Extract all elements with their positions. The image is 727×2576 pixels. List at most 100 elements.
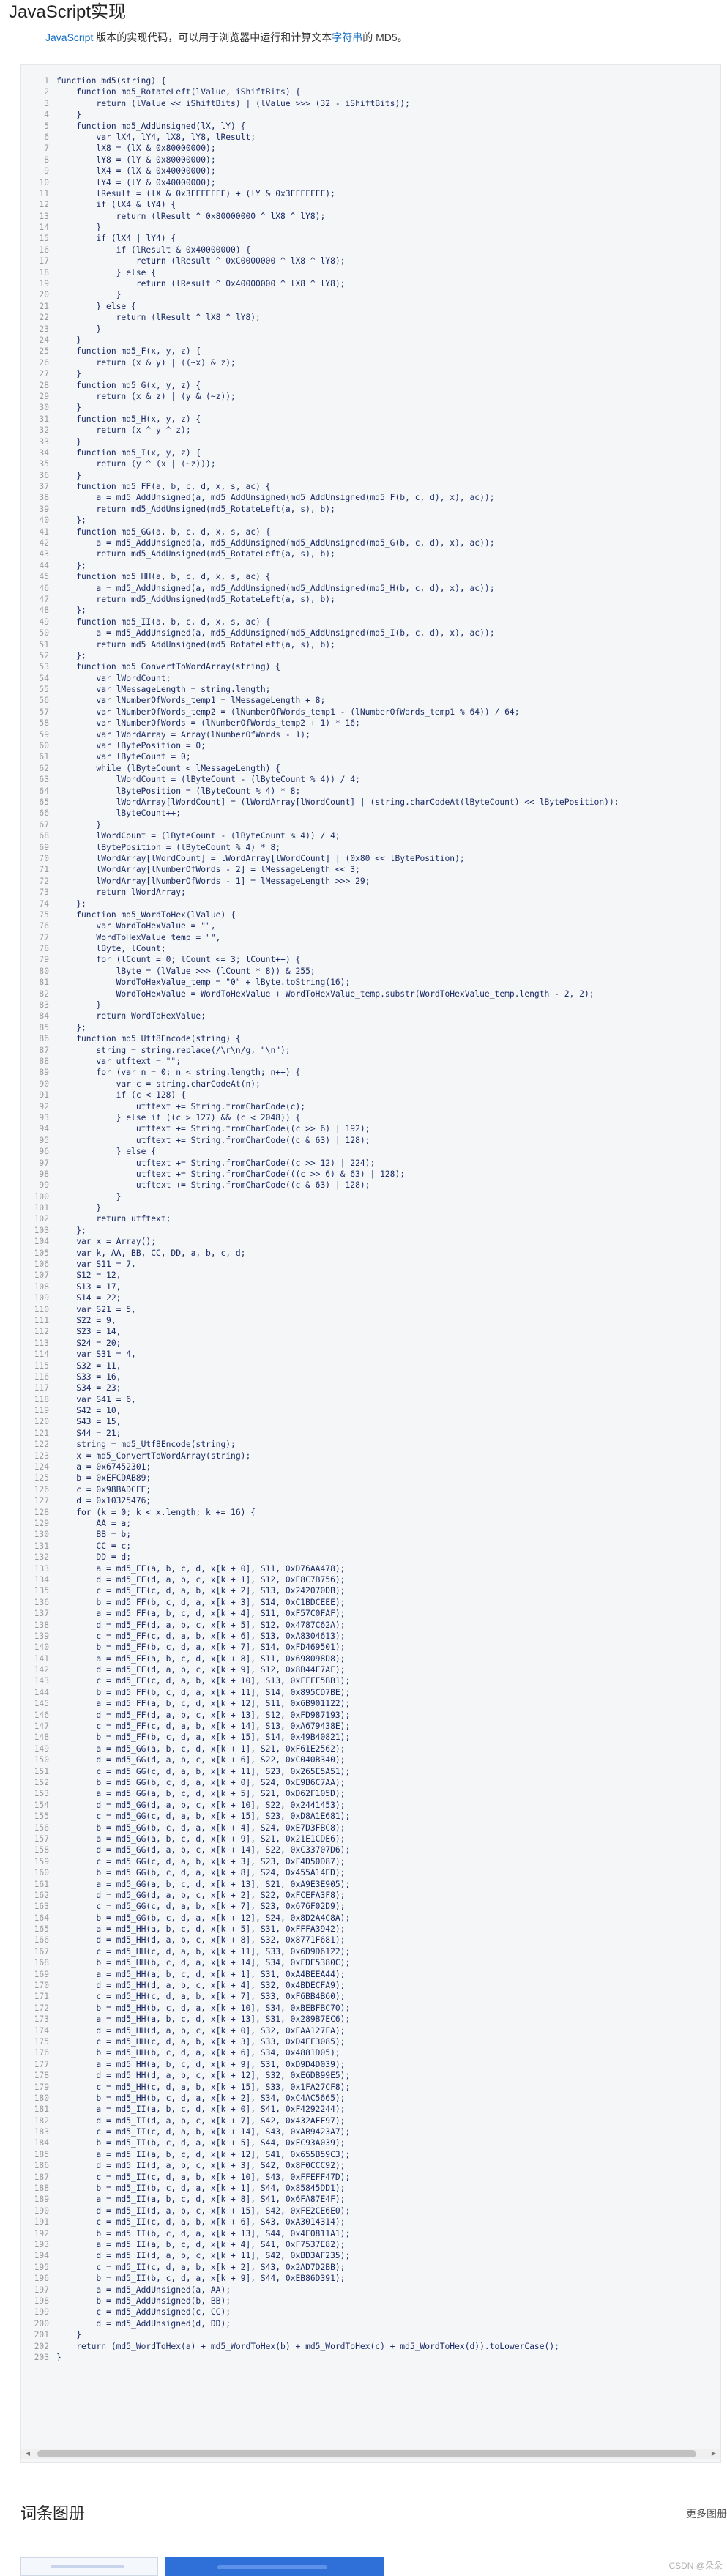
code-text: var lX4, lY4, lX8, lY8, lResult; bbox=[56, 132, 256, 142]
code-text: var lNumberOfWords_temp2 = (lNumberOfWor… bbox=[56, 707, 520, 717]
code-line: 44 }; bbox=[21, 560, 720, 571]
code-text: b = md5_GG(b, c, d, a, x[k + 12], S24, 0… bbox=[56, 1913, 351, 1923]
line-number: 157 bbox=[34, 1834, 49, 1844]
line-number: 21 bbox=[39, 301, 49, 311]
code-line: 10 lY4 = (lY & 0x40000000); bbox=[21, 177, 720, 188]
code-text: b = md5_FF(b, c, d, a, x[k + 15], S14, 0… bbox=[56, 1732, 351, 1743]
code-line: 179 c = md5_HH(c, d, a, b, x[k + 15], S3… bbox=[21, 2082, 720, 2093]
code-line: 203} bbox=[21, 2352, 720, 2363]
code-text: } bbox=[56, 2352, 61, 2362]
scroll-right-icon[interactable]: ▶ bbox=[709, 2449, 718, 2458]
line-number: 8 bbox=[44, 155, 49, 165]
line-number: 63 bbox=[39, 775, 49, 785]
code-text: } bbox=[56, 1191, 122, 1202]
line-number: 185 bbox=[34, 2149, 49, 2159]
code-text: var utftext = ""; bbox=[56, 1056, 182, 1066]
code-text: }; bbox=[56, 560, 86, 570]
code-line: 14 } bbox=[21, 222, 720, 233]
line-number: 134 bbox=[34, 1574, 49, 1585]
gallery-thumbnail[interactable] bbox=[20, 2557, 158, 2576]
code-line: 32 return (x ^ y ^ z); bbox=[21, 425, 720, 436]
code-line: 112 S23 = 14, bbox=[21, 1326, 720, 1337]
code-text: return (lResult ^ lX8 ^ lY8); bbox=[56, 313, 261, 323]
line-number: 54 bbox=[39, 673, 49, 683]
line-number: 155 bbox=[34, 1812, 49, 1822]
code-line: 149 a = md5_GG(a, b, c, d, x[k + 1], S21… bbox=[21, 1743, 720, 1754]
line-number: 84 bbox=[39, 1011, 49, 1021]
scroll-left-icon[interactable]: ◀ bbox=[23, 2449, 32, 2458]
code-text: d = md5_II(d, a, b, c, x[k + 11], S42, 0… bbox=[56, 2251, 351, 2261]
line-number: 125 bbox=[34, 1473, 49, 1484]
code-text: } bbox=[56, 110, 82, 120]
code-text: b = 0xEFCDAB89; bbox=[56, 1473, 152, 1484]
code-text: } bbox=[56, 1203, 102, 1213]
code-line: 164 b = md5_GG(b, c, d, a, x[k + 12], S2… bbox=[21, 1913, 720, 1924]
gallery-thumbnail[interactable] bbox=[165, 2557, 384, 2576]
line-number: 103 bbox=[34, 1225, 49, 1235]
code-text: return utftext; bbox=[56, 1214, 171, 1224]
code-text: var lMessageLength = string.length; bbox=[56, 685, 271, 695]
code-text: a = md5_GG(a, b, c, d, x[k + 9], S21, 0x… bbox=[56, 1834, 346, 1844]
code-text: utftext += String.fromCharCode((c >> 6) … bbox=[56, 1124, 370, 1134]
line-number: 143 bbox=[34, 1676, 49, 1686]
code-line: 110 var S21 = 5, bbox=[21, 1304, 720, 1315]
code-text: } bbox=[56, 1000, 102, 1010]
line-number: 27 bbox=[39, 369, 49, 379]
line-number: 154 bbox=[34, 1800, 49, 1810]
scrollbar-thumb[interactable] bbox=[37, 2450, 696, 2457]
line-number: 93 bbox=[39, 1112, 49, 1123]
code-line: 30 } bbox=[21, 402, 720, 413]
code-line: 150 d = md5_GG(d, a, b, c, x[k + 6], S22… bbox=[21, 1754, 720, 1765]
code-text: c = md5_GG(c, d, a, b, x[k + 15], S23, 0… bbox=[56, 1812, 351, 1822]
code-text: WordToHexValue_temp = "", bbox=[56, 932, 221, 942]
code-line: 35 return (y ^ (x | (~z))); bbox=[21, 458, 720, 469]
code-line: 137 a = md5_FF(a, b, c, d, x[k + 4], S11… bbox=[21, 1608, 720, 1619]
code-line: 95 utftext += String.fromCharCode((c & 6… bbox=[21, 1135, 720, 1146]
code-text: while (lByteCount < lMessageLength) { bbox=[56, 763, 281, 773]
line-number: 33 bbox=[39, 436, 49, 447]
line-number: 60 bbox=[39, 741, 49, 751]
code-line: 56 var lNumberOfWords_temp1 = lMessageLe… bbox=[21, 695, 720, 706]
code-text: d = md5_FF(d, a, b, c, x[k + 9], S12, 0x… bbox=[56, 1665, 346, 1675]
code-text: d = md5_HH(d, a, b, c, x[k + 8], S32, 0x… bbox=[56, 1935, 346, 1946]
code-text: return md5_AddUnsigned(md5_RotateLeft(a,… bbox=[56, 549, 335, 559]
line-number: 94 bbox=[39, 1124, 49, 1134]
code-line: 191 c = md5_II(c, d, a, b, x[k + 6], S43… bbox=[21, 2216, 720, 2227]
code-text: return (x & y) | ((~x) & z); bbox=[56, 357, 236, 368]
code-line: 154 d = md5_GG(d, a, b, c, x[k + 10], S2… bbox=[21, 1800, 720, 1811]
javascript-link[interactable]: JavaScript bbox=[45, 31, 93, 43]
line-number: 203 bbox=[34, 2352, 49, 2362]
line-number: 55 bbox=[39, 685, 49, 695]
code-text: return md5_AddUnsigned(md5_RotateLeft(a,… bbox=[56, 639, 335, 649]
string-link[interactable]: 字符串 bbox=[332, 31, 362, 43]
line-number: 197 bbox=[34, 2285, 49, 2295]
code-text: WordToHexValue_temp = "0" + lByte.toStri… bbox=[56, 978, 351, 988]
line-number: 135 bbox=[34, 1586, 49, 1596]
line-number: 15 bbox=[39, 234, 49, 244]
line-number: 179 bbox=[34, 2082, 49, 2092]
line-number: 201 bbox=[34, 2330, 49, 2340]
code-text: } bbox=[56, 403, 82, 413]
code-line: 54 var lWordCount; bbox=[21, 673, 720, 684]
code-line: 75 function md5_WordToHex(lValue) { bbox=[21, 909, 720, 920]
code-text: function md5_I(x, y, z) { bbox=[56, 447, 201, 458]
line-number: 193 bbox=[34, 2240, 49, 2249]
gallery-title: 词条图册 bbox=[20, 2504, 86, 2523]
code-line: 8 lY8 = (lY & 0x80000000); bbox=[21, 155, 720, 165]
line-number: 31 bbox=[39, 414, 49, 424]
line-number: 101 bbox=[34, 1203, 49, 1213]
horizontal-scrollbar[interactable]: ◀ ▶ bbox=[21, 2449, 720, 2459]
code-text: a = md5_AddUnsigned(a, md5_AddUnsigned(m… bbox=[56, 583, 495, 593]
code-line: 171 c = md5_HH(c, d, a, b, x[k + 7], S33… bbox=[21, 1991, 720, 2002]
code-line: 146 d = md5_FF(d, a, b, c, x[k + 13], S1… bbox=[21, 1710, 720, 1721]
line-number: 80 bbox=[39, 966, 49, 976]
gallery-more-link[interactable]: 更多图册 bbox=[686, 2506, 727, 2522]
line-number: 25 bbox=[39, 346, 49, 357]
code-line: 47 return md5_AddUnsigned(md5_RotateLeft… bbox=[21, 594, 720, 605]
code-line: 124 a = 0x67452301; bbox=[21, 1462, 720, 1473]
code-text: var lWordArray = Array(lNumberOfWords - … bbox=[56, 729, 310, 740]
code-line: 11 lResult = (lX & 0x3FFFFFFF) + (lY & 0… bbox=[21, 188, 720, 199]
code-text: c = md5_AddUnsigned(c, CC); bbox=[56, 2307, 231, 2318]
line-number: 164 bbox=[34, 1913, 49, 1923]
code-text: function md5_WordToHex(lValue) { bbox=[56, 909, 236, 920]
